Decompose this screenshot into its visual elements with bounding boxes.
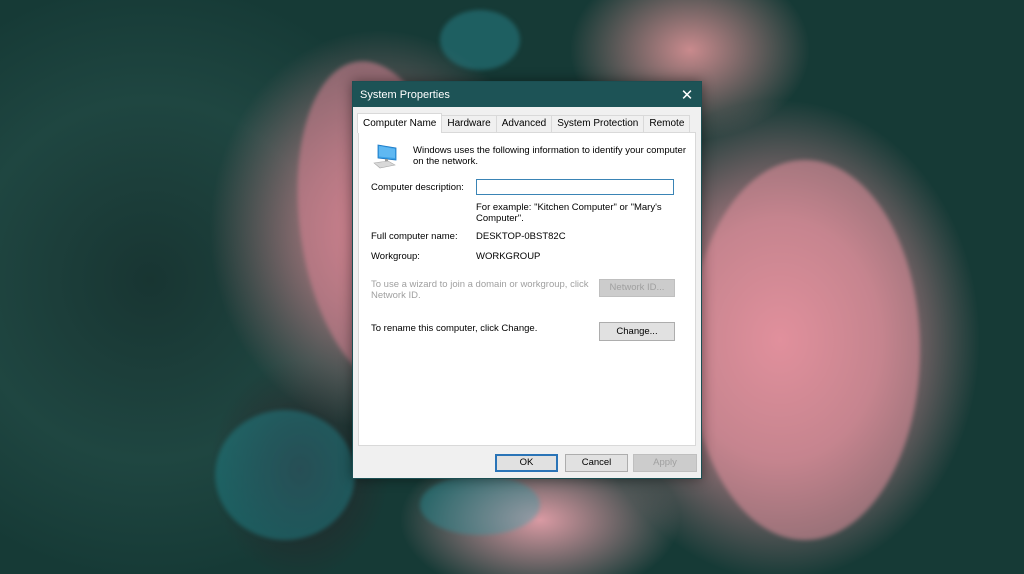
ok-button[interactable]: OK: [495, 454, 558, 472]
network-id-hint: To use a wizard to join a domain or work…: [371, 279, 589, 301]
example-line-1: For example: "Kitchen Computer" or "Mary…: [476, 202, 662, 213]
full-computer-name-label: Full computer name:: [371, 231, 458, 242]
tab-advanced[interactable]: Advanced: [495, 115, 553, 132]
system-properties-dialog: System Properties ✕ Computer Name Hardwa…: [352, 81, 702, 479]
apply-button[interactable]: Apply: [633, 454, 697, 472]
full-computer-name-value: DESKTOP-0BST82C: [476, 231, 566, 242]
rename-hint: To rename this computer, click Change.: [371, 323, 538, 334]
teal-flowers-left: [215, 410, 355, 540]
change-button[interactable]: Change...: [599, 322, 675, 341]
intro-text: Windows uses the following information t…: [413, 145, 686, 167]
intro-line-2: on the network.: [413, 156, 478, 167]
computer-description-input[interactable]: [476, 179, 674, 195]
workgroup-value: WORKGROUP: [476, 251, 541, 262]
computer-name-panel: Windows uses the following information t…: [358, 132, 696, 446]
cancel-button[interactable]: Cancel: [565, 454, 628, 472]
wizard-line-2: Network ID.: [371, 290, 421, 301]
tab-strip: Computer Name Hardware Advanced System P…: [357, 113, 691, 133]
close-icon[interactable]: ✕: [673, 82, 701, 107]
teal-bud: [440, 10, 520, 70]
tab-system-protection[interactable]: System Protection: [551, 115, 645, 132]
example-line-2: Computer".: [476, 213, 524, 224]
network-id-button[interactable]: Network ID...: [599, 279, 675, 297]
flower-petals-right: [690, 160, 920, 540]
computer-description-label: Computer description:: [371, 182, 464, 193]
dialog-title: System Properties: [360, 88, 450, 101]
workgroup-label: Workgroup:: [371, 251, 420, 262]
example-hint: For example: "Kitchen Computer" or "Mary…: [476, 202, 662, 224]
tab-remote[interactable]: Remote: [643, 115, 691, 132]
intro-line-1: Windows uses the following information t…: [413, 145, 686, 156]
tab-computer-name[interactable]: Computer Name: [357, 113, 443, 133]
teal-flowers-bottom: [420, 475, 540, 535]
tab-hardware[interactable]: Hardware: [441, 115, 497, 132]
title-bar[interactable]: System Properties ✕: [353, 82, 701, 107]
computer-icon: [373, 144, 397, 169]
wizard-line-1: To use a wizard to join a domain or work…: [371, 279, 589, 290]
